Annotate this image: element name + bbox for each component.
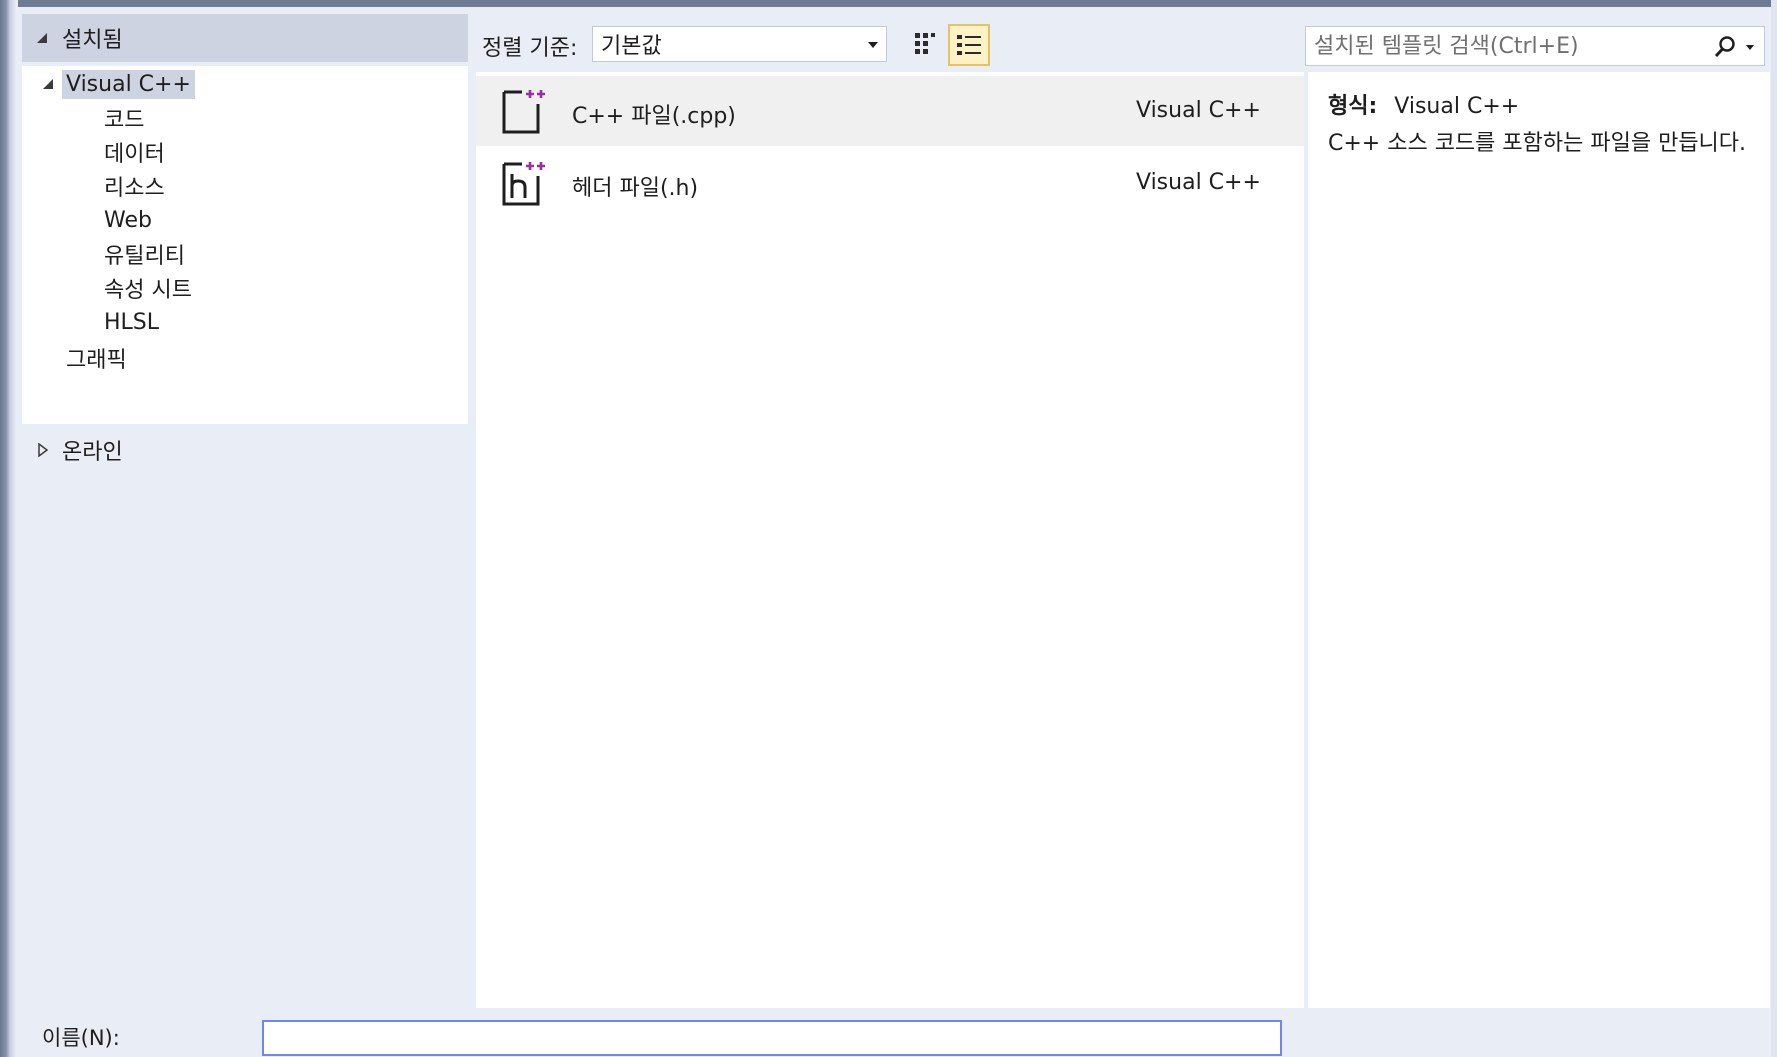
tree-item-label: 유틸리티 bbox=[104, 244, 185, 269]
tree-item-code[interactable]: 코드 bbox=[100, 100, 148, 136]
tree-item-label: 리소스 bbox=[104, 176, 165, 201]
grid-view-icon bbox=[915, 33, 935, 54]
name-label: 이름(N): bbox=[42, 1026, 120, 1050]
category-panel: 설치됨 Visual C++ 코드 데이터 리소스 Web 유틸리티 속성 시트… bbox=[22, 14, 468, 1009]
installed-group-header[interactable]: 설치됨 bbox=[22, 14, 468, 62]
detail-type: 형식: Visual C++ bbox=[1328, 88, 1519, 120]
expanded-triangle-icon bbox=[43, 79, 53, 89]
window-left-edge bbox=[0, 0, 18, 1057]
detail-type-value: Visual C++ bbox=[1394, 94, 1520, 119]
tree-item-data[interactable]: 데이터 bbox=[100, 134, 169, 170]
template-language: Visual C++ bbox=[1136, 170, 1261, 195]
template-search-box[interactable] bbox=[1305, 26, 1765, 66]
tree-item-label: 코드 bbox=[104, 108, 145, 133]
template-language: Visual C++ bbox=[1136, 98, 1261, 123]
chevron-down-icon bbox=[868, 42, 878, 48]
detail-type-label: 형식: bbox=[1328, 94, 1378, 119]
tree-item-resource[interactable]: 리소스 bbox=[100, 168, 169, 204]
sort-by-dropdown[interactable]: 기본값 bbox=[592, 26, 887, 62]
tree-item-graphics[interactable]: 그래픽 bbox=[62, 340, 131, 376]
online-label: 온라인 bbox=[62, 440, 123, 465]
tree-item-web[interactable]: Web bbox=[100, 202, 156, 238]
template-detail-panel: 형식: Visual C++ C++ 소스 코드를 포함하는 파일을 만듭니다. bbox=[1308, 72, 1770, 1008]
template-toolbar: 정렬 기준: 기본값 bbox=[476, 14, 1771, 72]
tree-item-hlsl[interactable]: HLSL bbox=[100, 304, 163, 340]
name-input[interactable] bbox=[262, 1020, 1282, 1056]
header-file-icon bbox=[502, 162, 545, 206]
category-tree: Visual C++ 코드 데이터 리소스 Web 유틸리티 속성 시트 HLS… bbox=[22, 66, 468, 424]
tree-item-label: HLSL bbox=[104, 309, 160, 335]
detail-description: C++ 소스 코드를 포함하는 파일을 만듭니다. bbox=[1328, 131, 1747, 156]
add-new-item-dialog: 설치됨 Visual C++ 코드 데이터 리소스 Web 유틸리티 속성 시트… bbox=[0, 0, 1777, 1057]
template-name: 헤더 파일(.h) bbox=[572, 176, 699, 201]
grid-view-button[interactable] bbox=[906, 24, 946, 64]
list-view-button[interactable] bbox=[948, 24, 990, 66]
tree-item-utility[interactable]: 유틸리티 bbox=[100, 236, 189, 272]
template-row-header-file[interactable]: 헤더 파일(.h) Visual C++ bbox=[476, 148, 1304, 218]
tree-item-label: 속성 시트 bbox=[104, 278, 192, 303]
collapsed-triangle-icon bbox=[38, 443, 48, 457]
name-bar: 이름(N): bbox=[18, 1008, 1771, 1057]
template-list: C++ 파일(.cpp) Visual C++ 헤더 파일(.h) Visual… bbox=[476, 72, 1304, 1008]
template-row-cpp-file[interactable]: C++ 파일(.cpp) Visual C++ bbox=[476, 76, 1304, 146]
sort-by-label: 정렬 기준: bbox=[482, 36, 578, 61]
template-name: C++ 파일(.cpp) bbox=[572, 104, 736, 129]
search-icon[interactable] bbox=[1714, 35, 1736, 59]
cpp-file-icon bbox=[502, 90, 545, 134]
tree-item-label: 그래픽 bbox=[66, 348, 127, 373]
search-options-chevron-icon[interactable] bbox=[1746, 45, 1754, 50]
tree-item-label: 데이터 bbox=[104, 142, 165, 167]
window-right-edge bbox=[1771, 0, 1777, 1057]
list-view-icon bbox=[957, 35, 981, 55]
expanded-triangle-icon bbox=[37, 33, 47, 43]
tree-item-label: Web bbox=[104, 207, 152, 233]
online-group-header[interactable]: 온라인 bbox=[22, 430, 468, 470]
tree-item-visual-cpp[interactable]: Visual C++ bbox=[42, 66, 195, 102]
tree-item-property-sheet[interactable]: 속성 시트 bbox=[100, 270, 196, 306]
sort-by-value: 기본값 bbox=[601, 34, 662, 59]
window-top-edge bbox=[0, 0, 1777, 7]
tree-item-label: Visual C++ bbox=[62, 69, 195, 99]
template-search-input[interactable] bbox=[1314, 33, 1704, 59]
installed-header-label: 설치됨 bbox=[62, 28, 123, 53]
